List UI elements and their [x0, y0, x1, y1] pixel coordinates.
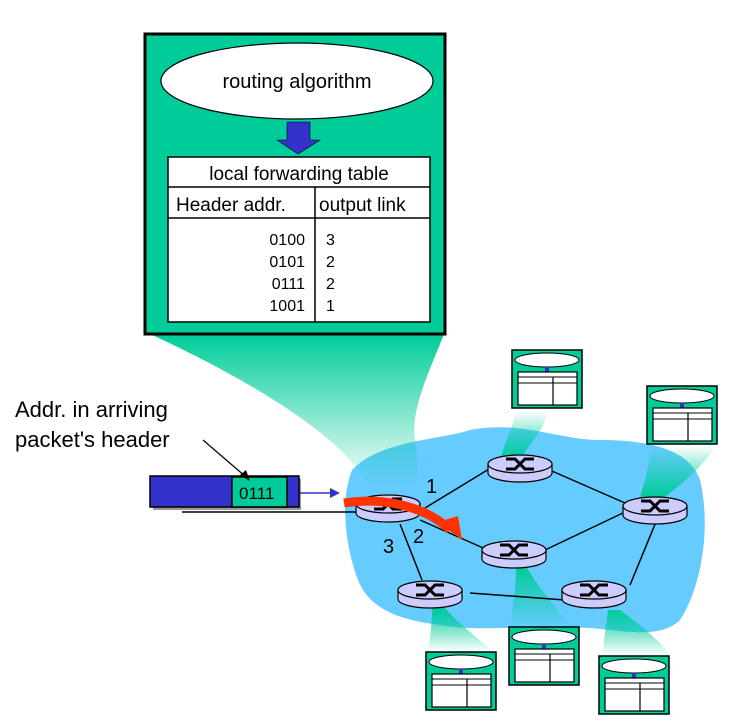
mini-forwarding-box — [598, 655, 670, 715]
mini-forwarding-box — [508, 626, 580, 686]
router — [481, 540, 547, 569]
table-row-addr: 0111 — [272, 276, 305, 293]
table-row-link: 1 — [326, 298, 335, 315]
packet-arrowhead — [330, 488, 340, 498]
mini-forwarding-box — [425, 651, 497, 711]
col-header-link: output link — [319, 195, 406, 216]
link-label-1: 1 — [426, 476, 437, 498]
link-label-3: 3 — [383, 536, 394, 558]
col-header-addr: Header addr. — [176, 195, 286, 216]
table-row-addr: 0101 — [269, 254, 305, 271]
table-row-addr: 1001 — [269, 298, 305, 315]
table-title: local forwarding table — [209, 164, 389, 185]
table-row-link: 2 — [326, 254, 335, 271]
routing-algorithm-label: routing algorithm — [223, 71, 372, 93]
beam-main — [150, 334, 444, 490]
table-row-link: 2 — [326, 276, 335, 293]
network-diagram: 1 2 3 0111 Addr. in arriving packet's he… — [15, 32, 718, 715]
annotation-line-2: packet's header — [15, 427, 170, 452]
router — [622, 496, 688, 525]
main-router-box: routing algorithm local forwarding table… — [143, 32, 447, 336]
router — [561, 580, 627, 609]
packet-header-value: 0111 — [239, 484, 274, 503]
table-row-addr: 0100 — [269, 232, 305, 249]
link-label-2: 2 — [413, 526, 424, 548]
mini-forwarding-box — [511, 349, 583, 409]
table-row-link: 3 — [326, 232, 335, 249]
router — [397, 580, 463, 609]
mini-forwarding-box — [646, 385, 718, 445]
router — [487, 454, 553, 483]
annotation-line-1: Addr. in arriving — [15, 397, 168, 422]
annotation-pointer — [202, 439, 247, 478]
